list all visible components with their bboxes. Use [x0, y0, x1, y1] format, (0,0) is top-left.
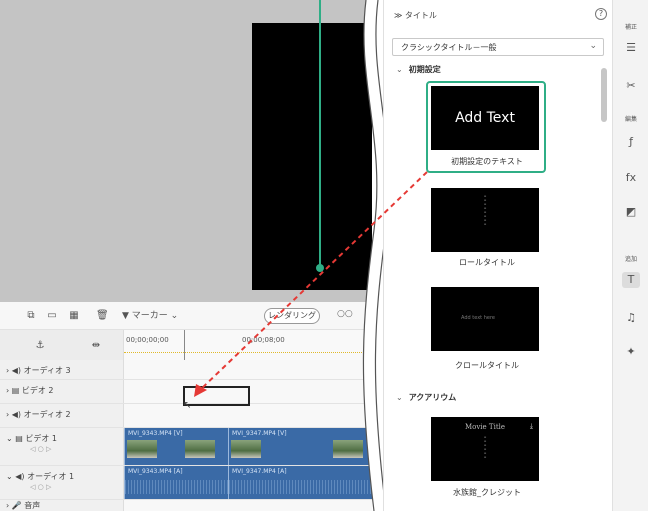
- help-icon[interactable]: ?: [595, 8, 607, 20]
- title-tile-crawl[interactable]: Add text here: [431, 287, 539, 351]
- tile-preview-text: Add Text: [455, 110, 515, 126]
- clip-name: MVI_9347.MP4 [A]: [232, 468, 287, 475]
- chevron-down-icon: ⌄: [396, 65, 403, 74]
- audio-clip[interactable]: MVI_9343.MP4 [A]: [124, 466, 228, 499]
- panel-scrollbar[interactable]: [601, 68, 607, 122]
- edit-label: 編集: [624, 116, 637, 123]
- download-icon[interactable]: ⤓: [530, 422, 533, 431]
- track-voice: › 🎤 音声: [0, 500, 372, 511]
- track-label: オーディオ 3: [23, 366, 71, 375]
- sliders-icon[interactable]: ☰: [622, 40, 640, 56]
- add-label: 追加: [624, 256, 637, 263]
- track-label: ビデオ 2: [21, 386, 54, 395]
- track-label: ビデオ 1: [25, 434, 57, 443]
- transition-icon[interactable]: ◩: [622, 204, 640, 220]
- clip-name: MVI_9343.MP4 [V]: [128, 430, 183, 437]
- audio-clip[interactable]: MVI_9347.MP4 [A]: [228, 466, 372, 499]
- timecode-mid: 00;00;08;00: [242, 336, 285, 344]
- fx-icon[interactable]: fx: [622, 170, 640, 186]
- graphics-icon[interactable]: ✦: [622, 344, 640, 360]
- chevron-down-icon: ⌄: [589, 41, 597, 51]
- duplicate-icon[interactable]: ▭: [46, 310, 58, 321]
- tile-label: 初期設定のテキスト: [451, 157, 523, 166]
- track-label: オーディオ 1: [27, 472, 75, 481]
- chevron-down-icon: ⌄: [396, 393, 403, 402]
- clip-thumbnail: [127, 440, 157, 458]
- tile-preview-text: Movie Title: [464, 423, 506, 431]
- clip-thumbnail: [185, 440, 215, 458]
- track-label: 音声: [24, 501, 41, 510]
- ripple-icon[interactable]: ⇹: [90, 340, 102, 351]
- marker-dropdown[interactable]: ▼ マーカー ⌄: [122, 309, 178, 323]
- tile-label: ロールタイトル: [459, 258, 515, 267]
- track-audio-3: › ◀) オーディオ 3: [0, 360, 372, 380]
- clip-icon[interactable]: ▦: [68, 310, 80, 321]
- speaker-icon[interactable]: ◀): [12, 410, 21, 419]
- film-icon[interactable]: ▤: [12, 386, 20, 395]
- tools-icon[interactable]: ✂: [622, 78, 640, 94]
- keyframe-nav[interactable]: ◁ ○ ▷: [30, 445, 51, 453]
- section-label: アクアリウム: [408, 393, 457, 402]
- zoom-control[interactable]: ○○: [337, 309, 353, 319]
- video-clip[interactable]: MVI_9347.MP4 [V]: [228, 428, 372, 465]
- ruler-ticks: [124, 352, 372, 354]
- drag-cursor-icon: ↖: [183, 400, 192, 411]
- mic-icon[interactable]: 🎤: [12, 501, 22, 510]
- clip-thumbnail: [231, 440, 261, 458]
- section-basic[interactable]: ⌄ 初期設定: [396, 64, 441, 75]
- track-lane[interactable]: [124, 404, 372, 427]
- track-audio-1: ⌄ ◀) オーディオ 1 ◁ ○ ▷ MVI_9343.MP4 [A] MVI_…: [0, 466, 372, 500]
- title-tile-default[interactable]: Add Text: [431, 86, 539, 150]
- copy-icon[interactable]: ⧉: [25, 310, 37, 321]
- clip-name: MVI_9343.MP4 [A]: [128, 468, 183, 475]
- track-lane[interactable]: [124, 360, 372, 379]
- select-value: クラシックタイトル－一般: [401, 43, 497, 52]
- side-toolbar: 補正 ☰ ✂ 編集 ƒ fx ◩ 追加 T ♫ ✦: [612, 0, 648, 511]
- track-lane[interactable]: MVI_9343.MP4 [V] MVI_9347.MP4 [V]: [124, 428, 372, 465]
- section-label: 初期設定: [408, 65, 441, 74]
- render-button[interactable]: レンダリング: [264, 308, 320, 324]
- tile-label: クロールタイトル: [455, 361, 519, 370]
- timeline-tools: ⚓ ⇹: [0, 330, 124, 360]
- title-tile-roll[interactable]: ≡ ≡ ≡ ≡ ≡ ≡ ≡ ≡: [431, 188, 539, 252]
- audio-waveform: [125, 480, 228, 494]
- title-category-select[interactable]: クラシックタイトル－一般 ⌄: [392, 38, 604, 56]
- panel-header: ≫ タイトル ?: [384, 8, 613, 26]
- track-video-1: ⌄ ▤ ビデオ 1 ◁ ○ ▷ MVI_9343.MP4 [V] MVI_934…: [0, 428, 372, 466]
- music-icon[interactable]: ♫: [622, 310, 640, 326]
- titles-panel: ≫ タイトル ? クラシックタイトル－一般 ⌄ ⌄ 初期設定 Add Text 初…: [383, 0, 612, 511]
- effects-icon[interactable]: ƒ: [622, 134, 640, 150]
- section-aquarium[interactable]: ⌄ アクアリウム: [396, 392, 456, 403]
- timeline-toolbar: ⧉ ▭ ▦ 🗑 ▼ マーカー ⌄ レンダリング ○○: [0, 302, 372, 330]
- track-lane[interactable]: MVI_9343.MP4 [A] MVI_9347.MP4 [A]: [124, 466, 372, 499]
- snap-icon[interactable]: ⚓: [34, 340, 46, 351]
- tile-label: 水族館_クレジット: [453, 488, 521, 497]
- tile-preview-lines: ≡ ≡ ≡ ≡ ≡ ≡ ≡ ≡: [483, 194, 487, 226]
- timecode-start: 00;00;00;00: [126, 336, 169, 344]
- tile-preview-text: Add text here: [461, 315, 495, 321]
- adjust-label: 補正: [624, 24, 637, 31]
- panel-title: ≫ タイトル: [394, 11, 437, 20]
- track-label: オーディオ 2: [23, 410, 71, 419]
- speaker-icon[interactable]: ◀): [12, 366, 21, 375]
- video-clip[interactable]: MVI_9343.MP4 [V]: [124, 428, 228, 465]
- film-icon[interactable]: ▤: [15, 434, 23, 443]
- speaker-icon[interactable]: ◀): [15, 472, 24, 481]
- track-lane[interactable]: [124, 500, 372, 511]
- time-ruler[interactable]: 00;00;00;00 00;00;08;00: [124, 330, 372, 360]
- playhead[interactable]: [184, 330, 185, 360]
- keyframe-nav[interactable]: ◁ ○ ▷: [30, 483, 51, 491]
- clip-name: MVI_9347.MP4 [V]: [232, 430, 287, 437]
- title-tile-aquarium-credits[interactable]: Movie Title ⤓ ≡ ≡ ≡ ≡ ≡ ≡: [431, 417, 539, 481]
- tile-preview-lines: ≡ ≡ ≡ ≡ ≡ ≡: [483, 435, 487, 459]
- program-monitor: [0, 0, 372, 302]
- ruler-row: ⚓ ⇹ 00;00;00;00 00;00;08;00: [0, 330, 372, 360]
- audio-waveform: [229, 480, 372, 494]
- trash-icon[interactable]: 🗑: [96, 310, 109, 321]
- titles-icon[interactable]: T: [622, 272, 640, 288]
